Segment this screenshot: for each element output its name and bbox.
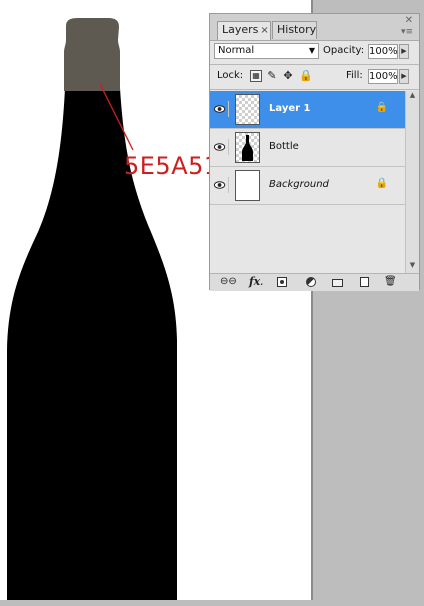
divider xyxy=(210,89,419,90)
lock-transparent-pixels-icon[interactable]: ▦ xyxy=(250,70,262,82)
bottle-neck-foil xyxy=(64,18,120,91)
visibility-eye-icon[interactable] xyxy=(213,101,229,117)
tab-layers[interactable]: Layers × xyxy=(217,21,271,40)
fill-input[interactable]: 100% xyxy=(368,69,398,84)
blend-mode-value: Normal xyxy=(218,45,255,56)
layer-lock-icon: 🔒 xyxy=(375,102,388,113)
layer-name: Layer 1 xyxy=(269,103,311,114)
layer-row-background[interactable]: Background 🔒 xyxy=(210,167,405,205)
link-icon[interactable]: ⊖⊖ xyxy=(220,276,237,288)
visibility-eye-icon[interactable] xyxy=(213,139,229,155)
tab-history[interactable]: History xyxy=(272,21,317,39)
visibility-eye-icon[interactable] xyxy=(213,177,229,193)
fx-label: fx xyxy=(248,275,261,288)
lock-label: Lock: xyxy=(217,70,244,81)
fx-icon[interactable]: fx. xyxy=(248,276,264,288)
layers-panel: Layers × History ✕ ▾≡ Normal ▼ Opacity: 1… xyxy=(209,13,420,291)
opacity-label: Opacity: xyxy=(323,45,365,56)
panel-close-icon[interactable]: ✕ xyxy=(405,15,413,26)
opacity-input[interactable]: 100% xyxy=(368,44,398,59)
layers-list: Layer 1 🔒 Bottle Background 🔒 xyxy=(210,91,405,273)
layer-name: Bottle xyxy=(269,141,299,152)
mask-icon[interactable] xyxy=(277,277,287,287)
layer-thumbnail-bottle xyxy=(235,132,260,163)
panel-menu-icon[interactable]: ▾≡ xyxy=(401,27,413,37)
layer-lock-icon: 🔒 xyxy=(375,178,388,189)
color-hex-annotation: 5E5A51 xyxy=(124,152,220,180)
panel-footer-toolbar: ⊖⊖ fx. 🗑 xyxy=(210,273,419,291)
lock-all-icon[interactable]: 🔒 xyxy=(299,70,313,82)
panel-tab-bar: Layers × History ✕ ▾≡ xyxy=(210,14,419,41)
chevron-down-icon: ▼ xyxy=(308,46,315,55)
layer-thumbnail-background xyxy=(235,170,260,201)
blend-mode-select[interactable]: Normal ▼ xyxy=(214,43,319,59)
layer-row-layer-1[interactable]: Layer 1 🔒 xyxy=(210,91,405,129)
tab-layers-label: Layers xyxy=(222,23,259,36)
layer-name: Background xyxy=(269,179,329,190)
blend-opacity-row: Normal ▼ Opacity: 100% ▶ xyxy=(210,41,419,63)
new-layer-icon[interactable] xyxy=(360,277,369,287)
layers-scrollbar[interactable]: ▲ ▼ xyxy=(405,91,419,273)
lock-fill-row: Lock: ▦ ✎ ✥ 🔒 Fill: 100% ▶ xyxy=(210,66,419,88)
divider xyxy=(210,64,419,65)
pasteboard-bottom xyxy=(0,600,424,606)
adjustment-icon[interactable] xyxy=(306,277,316,287)
bottle-thumbnail-icon xyxy=(242,135,253,161)
lock-position-move-icon[interactable]: ✥ xyxy=(282,70,294,82)
scroll-down-arrow-icon[interactable]: ▼ xyxy=(406,261,419,273)
scroll-up-arrow-icon[interactable]: ▲ xyxy=(406,91,419,103)
layer-thumbnail-transparent xyxy=(235,94,260,125)
layer-row-bottle[interactable]: Bottle xyxy=(210,129,405,167)
tab-history-label: History xyxy=(277,23,317,36)
trash-icon[interactable]: 🗑 xyxy=(384,276,397,288)
opacity-stepper[interactable]: ▶ xyxy=(399,44,409,59)
tab-close-icon[interactable]: × xyxy=(260,25,268,36)
fill-label: Fill: xyxy=(346,70,363,81)
lock-image-pixels-brush-icon[interactable]: ✎ xyxy=(266,70,278,82)
fill-stepper[interactable]: ▶ xyxy=(399,69,409,84)
folder-icon[interactable] xyxy=(332,279,343,287)
